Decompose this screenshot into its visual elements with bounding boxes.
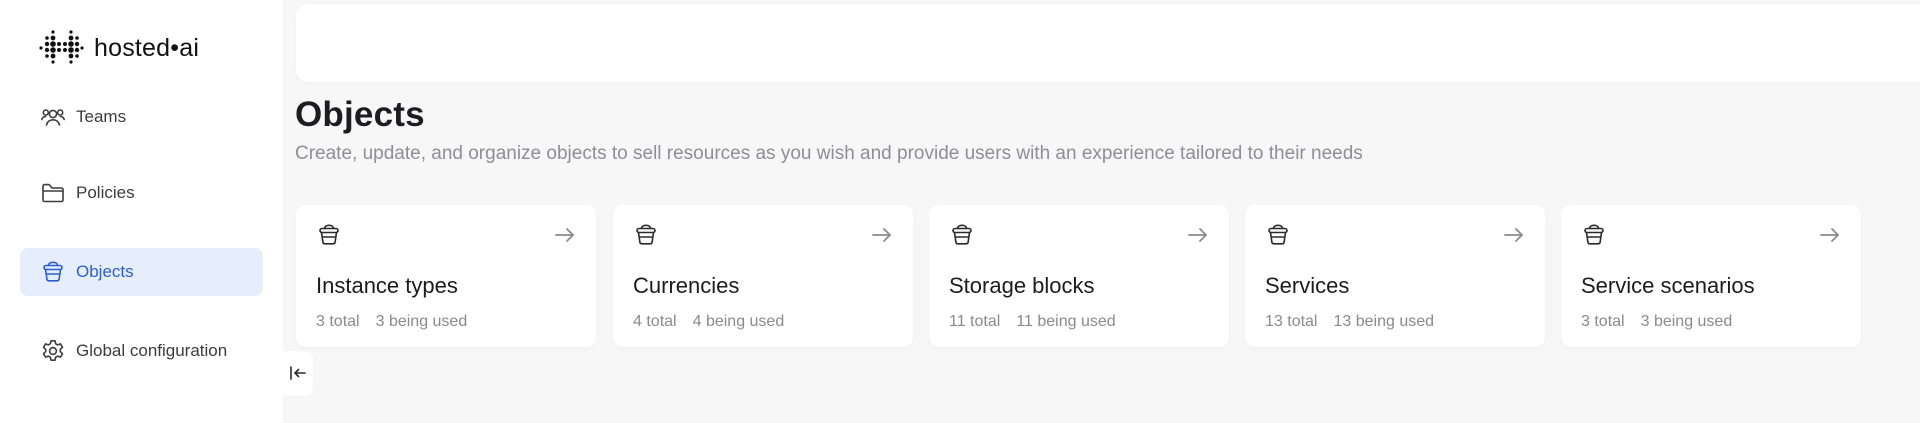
sidebar-item-teams[interactable]: Teams (20, 93, 263, 141)
card-used-count: 13 being used (1333, 313, 1435, 330)
card-total-count: 11 total (949, 313, 1001, 330)
card-used-count: 4 being used (692, 313, 785, 330)
card-total-count: 3 total (316, 313, 360, 330)
card-meta: 11 total 11 being used (949, 313, 1116, 331)
card-meta: 13 total 13 being used (1265, 313, 1434, 331)
sidebar-item-global-configuration[interactable]: Global configuration (20, 327, 263, 375)
page-title: Objects (295, 95, 425, 134)
bucket-icon (1265, 222, 1291, 248)
card-total-count: 3 total (1581, 313, 1625, 330)
sidebar: hosted•ai Teams Policies Objects Global … (0, 0, 283, 423)
object-card-services[interactable]: Services 13 total 13 being used (1245, 205, 1545, 347)
card-used-count: 3 being used (375, 313, 468, 330)
sidebar-item-label: Policies (76, 183, 135, 202)
object-card-storage-blocks[interactable]: Storage blocks 11 total 11 being used (929, 205, 1229, 347)
object-card-instance-types[interactable]: Instance types 3 total 3 being used (296, 205, 596, 347)
card-title: Instance types (316, 273, 458, 298)
card-total-count: 4 total (633, 313, 677, 330)
arrow-right-icon[interactable] (1503, 225, 1525, 245)
bucket-icon (40, 259, 66, 285)
folder-icon (40, 180, 66, 206)
sidebar-item-objects[interactable]: Objects (20, 248, 263, 296)
card-title: Currencies (633, 273, 740, 298)
card-used-count: 3 being used (1640, 313, 1733, 330)
arrow-right-icon[interactable] (1819, 225, 1841, 245)
app-root: hosted•ai Teams Policies Objects Global … (0, 0, 1920, 423)
sidebar-collapse-button[interactable] (283, 351, 313, 395)
card-title: Services (1265, 273, 1350, 298)
card-meta: 4 total 4 being used (633, 313, 784, 331)
object-card-currencies[interactable]: Currencies 4 total 4 being used (613, 205, 913, 347)
arrow-right-icon[interactable] (1187, 225, 1209, 245)
sidebar-item-policies[interactable]: Policies (20, 169, 263, 217)
dotted-grid-logo-icon (39, 30, 84, 64)
sidebar-item-label: Teams (76, 107, 127, 126)
card-meta: 3 total 3 being used (316, 313, 467, 331)
sidebar-item-label: Global configuration (76, 341, 228, 360)
card-used-count: 11 being used (1016, 313, 1116, 330)
card-title: Storage blocks (949, 273, 1095, 298)
collapse-left-icon (290, 366, 306, 380)
brand-name: hosted•ai (94, 33, 200, 62)
card-total-count: 13 total (1265, 313, 1318, 330)
arrow-right-icon[interactable] (554, 225, 576, 245)
top-header-bar (296, 4, 1920, 82)
brand-logo[interactable]: hosted•ai (38, 28, 199, 68)
object-card-service-scenarios[interactable]: Service scenarios 3 total 3 being used (1561, 205, 1861, 347)
page-subtitle: Create, update, and organize objects to … (295, 143, 1363, 164)
card-title: Service scenarios (1581, 273, 1755, 298)
bucket-icon (316, 222, 342, 248)
gear-icon (40, 338, 66, 364)
arrow-right-icon[interactable] (871, 225, 893, 245)
card-meta: 3 total 3 being used (1581, 313, 1732, 331)
bucket-icon (949, 222, 975, 248)
users-icon (40, 104, 66, 130)
bucket-icon (633, 222, 659, 248)
sidebar-item-label: Objects (76, 262, 134, 281)
bucket-icon (1581, 222, 1607, 248)
